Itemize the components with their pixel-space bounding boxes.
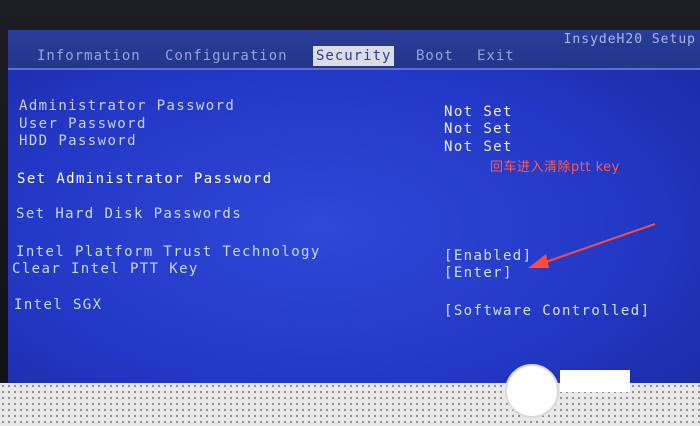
annotation-arrow-icon	[528, 223, 656, 268]
watermark-logo-icon	[505, 364, 559, 418]
watermark-logo-mark	[560, 370, 630, 392]
